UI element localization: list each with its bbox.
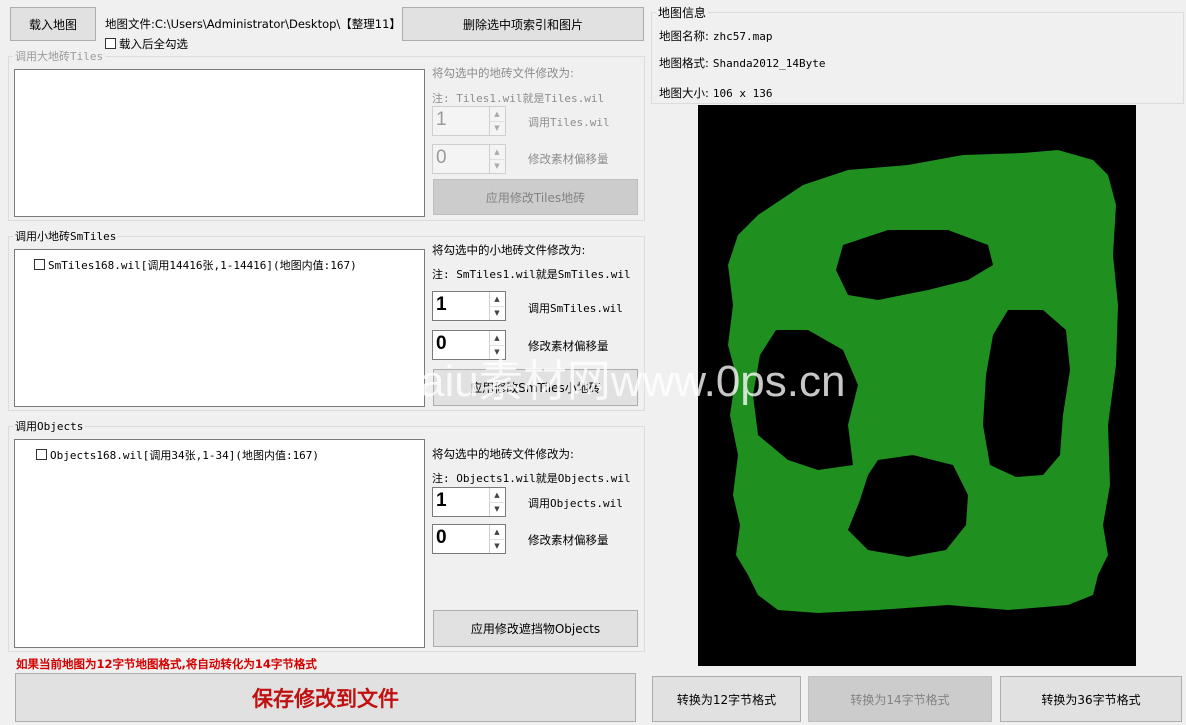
tiles-change-to-label: 将勾选中的地砖文件修改为:: [432, 66, 574, 80]
map-name-label: 地图名称:: [659, 29, 709, 43]
objects-index-label: 调用Objects.wil: [528, 497, 623, 510]
checkbox-icon[interactable]: [36, 449, 47, 460]
select-all-after-load-checkbox[interactable]: 载入后全勾选: [105, 36, 188, 52]
tiles-offset-stepper[interactable]: 0 ▲ ▼: [432, 144, 506, 174]
objects-change-to-label: 将勾选中的地砖文件修改为:: [432, 447, 574, 461]
list-item[interactable]: Objects168.wil[调用34张,1-34](地图内值:167): [36, 447, 319, 463]
map-preview: [698, 105, 1136, 666]
convert-36-byte-button[interactable]: 转换为36字节格式: [1000, 676, 1182, 722]
map-info-title: 地图信息: [656, 4, 709, 21]
smtiles-index-value: 1: [436, 294, 447, 315]
stepper-down-icon[interactable]: ▼: [490, 121, 504, 135]
map-file-path: 地图文件:C:\Users\Administrator\Desktop\【整理1…: [105, 17, 401, 31]
smtiles-change-to-label: 将勾选中的小地砖文件修改为:: [432, 243, 586, 257]
stepper-up-icon[interactable]: ▲: [490, 292, 504, 307]
map-format-row: 地图格式: Shanda2012_14Byte: [659, 55, 825, 71]
format-warning: 如果当前地图为12字节地图格式,将自动转化为14字节格式: [16, 657, 317, 671]
tiles-offset-label: 修改素材偏移量: [528, 152, 609, 166]
stepper-up-icon[interactable]: ▲: [490, 488, 504, 503]
list-item-label: Objects168.wil[调用34张,1-34](地图内值:167): [50, 449, 320, 462]
map-name-value: zhc57.map: [712, 30, 773, 43]
select-all-after-load-label: 载入后全勾选: [119, 37, 188, 51]
objects-group-title: 调用Objects: [13, 418, 86, 434]
stepper-down-icon[interactable]: ▼: [490, 539, 504, 553]
checkbox-icon[interactable]: [34, 259, 45, 270]
map-format-label: 地图格式:: [659, 56, 709, 70]
stepper-down-icon[interactable]: ▼: [490, 502, 504, 516]
smtiles-note: 注: SmTiles1.wil就是SmTiles.wil: [432, 268, 631, 281]
smtiles-group-title: 调用小地砖SmTiles: [13, 228, 119, 244]
stepper-up-icon[interactable]: ▲: [490, 107, 504, 122]
objects-offset-stepper[interactable]: 0 ▲ ▼: [432, 524, 506, 554]
convert-14-byte-button[interactable]: 转换为14字节格式: [808, 676, 992, 722]
objects-index-stepper[interactable]: 1 ▲ ▼: [432, 487, 506, 517]
smtiles-index-stepper[interactable]: 1 ▲ ▼: [432, 291, 506, 321]
smtiles-offset-value: 0: [436, 333, 447, 354]
list-item[interactable]: SmTiles168.wil[调用14416张,1-14416](地图内值:16…: [34, 257, 357, 273]
map-name-row: 地图名称: zhc57.map: [659, 28, 772, 44]
delete-selected-button[interactable]: 删除选中项索引和图片: [402, 7, 644, 41]
objects-offset-value: 0: [436, 527, 447, 548]
map-size-value: 106 x 136: [712, 87, 773, 100]
objects-listbox[interactable]: Objects168.wil[调用34张,1-34](地图内值:167): [14, 439, 425, 648]
map-format-value: Shanda2012_14Byte: [712, 57, 826, 70]
objects-offset-label: 修改素材偏移量: [528, 533, 609, 547]
stepper-down-icon[interactable]: ▼: [490, 345, 504, 359]
smtiles-index-label: 调用SmTiles.wil: [528, 302, 623, 315]
tiles-index-label: 调用Tiles.wil: [528, 116, 610, 129]
stepper-up-icon[interactable]: ▲: [490, 331, 504, 346]
load-map-button[interactable]: 载入地图: [10, 7, 96, 41]
smtiles-offset-stepper[interactable]: 0 ▲ ▼: [432, 330, 506, 360]
save-to-file-button[interactable]: 保存修改到文件: [15, 673, 636, 722]
list-item-label: SmTiles168.wil[调用14416张,1-14416](地图内值:16…: [48, 259, 357, 272]
tiles-listbox[interactable]: [14, 69, 425, 217]
tiles-group-title: 调用大地砖Tiles: [13, 48, 106, 64]
tiles-note: 注: Tiles1.wil就是Tiles.wil: [432, 92, 605, 105]
convert-12-byte-button[interactable]: 转换为12字节格式: [652, 676, 801, 722]
apply-smtiles-button[interactable]: 应用修改SmTiles小地砖: [433, 369, 638, 406]
objects-index-value: 1: [436, 490, 447, 511]
map-preview-image: [698, 105, 1136, 666]
checkbox-icon[interactable]: [105, 38, 116, 49]
smtiles-listbox[interactable]: SmTiles168.wil[调用14416张,1-14416](地图内值:16…: [14, 249, 425, 407]
tiles-index-value: 1: [436, 109, 447, 130]
stepper-up-icon[interactable]: ▲: [490, 145, 504, 160]
stepper-up-icon[interactable]: ▲: [490, 525, 504, 540]
tiles-offset-value: 0: [436, 147, 447, 168]
map-size-label: 地图大小:: [659, 86, 709, 100]
map-size-row: 地图大小: 106 x 136: [659, 85, 772, 101]
apply-objects-button[interactable]: 应用修改遮挡物Objects: [433, 610, 638, 647]
objects-note: 注: Objects1.wil就是Objects.wil: [432, 472, 631, 485]
smtiles-offset-label: 修改素材偏移量: [528, 339, 609, 353]
stepper-down-icon[interactable]: ▼: [490, 306, 504, 320]
tiles-index-stepper[interactable]: 1 ▲ ▼: [432, 106, 506, 136]
apply-tiles-button[interactable]: 应用修改Tiles地砖: [433, 179, 638, 215]
stepper-down-icon[interactable]: ▼: [490, 159, 504, 173]
